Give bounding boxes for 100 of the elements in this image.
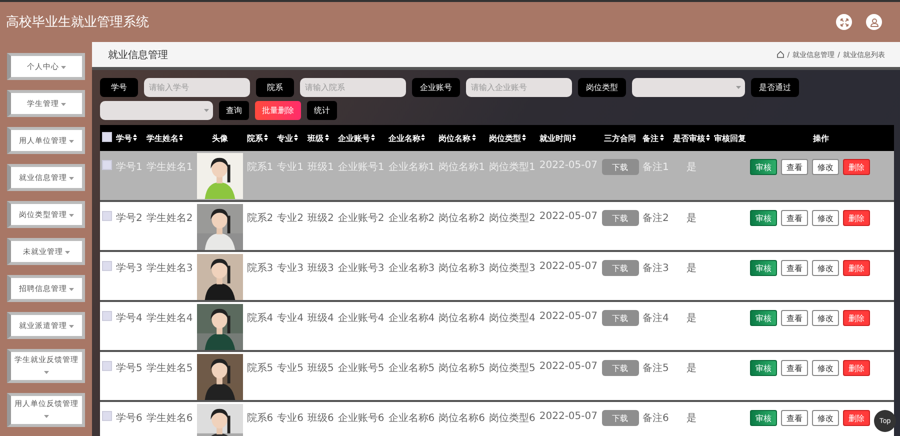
table-cell: 企业名称4 bbox=[388, 313, 435, 324]
row-checkbox[interactable] bbox=[102, 261, 112, 271]
table-cell: 院系5 bbox=[246, 363, 274, 374]
table-cell: 企业名称3 bbox=[388, 263, 435, 274]
row-action-button[interactable]: 删除 bbox=[842, 159, 870, 175]
row-action-button[interactable]: 删除 bbox=[842, 310, 870, 326]
column-header[interactable]: 院系 bbox=[246, 134, 263, 142]
row-checkbox[interactable] bbox=[102, 160, 112, 170]
table-row[interactable]: 学号5 学生姓名5 院系5 专业5 班级5 企业账号5 企业名称5 岗位名称5 岗位类型5 2022-05-07 下载 备注5 是 审核 查看 修改 删除 bbox=[100, 351, 894, 401]
sort-icon[interactable] bbox=[421, 134, 426, 140]
sort-icon[interactable] bbox=[572, 134, 576, 140]
table-cell: 岗位名称6 bbox=[438, 413, 485, 424]
caret-icon bbox=[61, 102, 66, 106]
row-action-button[interactable]: 审核 bbox=[750, 210, 777, 226]
table-cell: 2022-05-07 bbox=[539, 261, 598, 272]
table-cell: 岗位类型5 bbox=[489, 363, 536, 374]
row-action-button[interactable]: 删除 bbox=[842, 360, 870, 376]
table-row[interactable]: 学号3 学生姓名3 院系3 专业3 班级3 企业账号3 企业名称3 岗位名称3 岗位类型3 2022-05-07 下载 备注3 是 审核 查看 修改 删除 bbox=[100, 251, 894, 301]
row-action-button[interactable]: 查看 bbox=[780, 360, 808, 376]
row-checkbox[interactable] bbox=[102, 361, 112, 371]
row-action-button[interactable]: 审核 bbox=[750, 360, 777, 376]
row-action-button[interactable]: 查看 bbox=[780, 210, 808, 226]
column-header[interactable]: 专业 bbox=[277, 134, 294, 142]
row-action-button[interactable]: 审核 bbox=[750, 260, 777, 276]
row-action-button[interactable]: 删除 bbox=[842, 260, 870, 276]
table-cell: 企业名称2 bbox=[388, 213, 435, 224]
column-header[interactable]: 就业时间 bbox=[539, 134, 572, 142]
sort-icon[interactable] bbox=[370, 134, 375, 140]
column-header[interactable]: 备注 bbox=[642, 134, 658, 142]
table-cell: 专业6 bbox=[277, 413, 304, 424]
action-button[interactable]: 批量删除 bbox=[255, 101, 301, 120]
row-action-button[interactable]: 修改 bbox=[812, 159, 839, 175]
table-cell: 企业账号6 bbox=[338, 413, 384, 424]
row-action-button[interactable]: 查看 bbox=[780, 159, 808, 175]
row-action-button[interactable]: 修改 bbox=[812, 310, 839, 326]
filter-label: 岗位类型 bbox=[578, 78, 626, 97]
table-cell: 岗位名称1 bbox=[438, 162, 485, 173]
sort-icon[interactable] bbox=[472, 134, 476, 140]
select-all-checkbox[interactable] bbox=[102, 132, 112, 142]
fullscreen-icon[interactable] bbox=[836, 14, 852, 30]
table-cell: 2022-05-07 bbox=[539, 311, 598, 322]
app-title: 高校毕业生就业管理系统 bbox=[6, 14, 150, 31]
table-cell: 企业账号5 bbox=[338, 363, 384, 374]
sort-icon[interactable] bbox=[522, 134, 526, 140]
filter-label: 企业账号 bbox=[412, 78, 460, 97]
row-action-button[interactable]: 修改 bbox=[812, 260, 839, 276]
row-checkbox[interactable] bbox=[102, 411, 112, 421]
column-header: 三方合同 bbox=[604, 134, 636, 142]
filter-input[interactable]: 请输入学号 bbox=[144, 78, 250, 97]
row-action-button[interactable]: 查看 bbox=[780, 260, 808, 276]
table-cell: 岗位类型1 bbox=[489, 162, 536, 173]
row-action-button[interactable]: 修改 bbox=[812, 360, 839, 376]
filter-input[interactable]: 请输入院系 bbox=[300, 78, 406, 97]
row-action-button[interactable]: 删除 bbox=[842, 410, 870, 426]
column-header[interactable]: 班级 bbox=[308, 134, 324, 142]
row-action-button[interactable]: 查看 bbox=[780, 310, 808, 326]
table-cell: 岗位名称2 bbox=[438, 213, 485, 224]
table-cell: 2022-05-07 bbox=[539, 211, 598, 222]
table-cell: 2022-05-07 bbox=[539, 361, 598, 372]
row-action-button[interactable]: 修改 bbox=[812, 210, 839, 226]
sort-icon[interactable] bbox=[133, 134, 137, 140]
filter-input[interactable]: 请输入企业账号 bbox=[466, 78, 572, 97]
home-icon[interactable] bbox=[777, 51, 784, 58]
row-action-button[interactable]: 审核 bbox=[750, 159, 777, 175]
table-row[interactable]: 学号2 学生姓名2 院系2 专业2 班级2 企业账号2 企业名称2 岗位名称2 岗位类型2 2022-05-07 下载 备注2 是 审核 查看 修改 删除 bbox=[100, 201, 894, 251]
sort-icon[interactable] bbox=[324, 134, 328, 140]
row-action-button[interactable]: 审核 bbox=[750, 310, 777, 326]
table-cell: 是 bbox=[686, 162, 696, 173]
caret-icon bbox=[69, 140, 74, 142]
table-row[interactable]: 学号1 学生姓名1 院系1 专业1 班级1 企业账号1 企业名称1 岗位名称1 岗位类型1 2022-05-07 下载 备注1 是 审核 查看 修改 删除 bbox=[100, 151, 894, 201]
row-action-button[interactable]: 查看 bbox=[780, 410, 808, 426]
table-cell: 备注1 bbox=[642, 162, 669, 173]
row-checkbox[interactable] bbox=[102, 311, 112, 321]
table-cell: 岗位名称3 bbox=[438, 263, 485, 274]
table-cell: 企业账号3 bbox=[338, 263, 384, 274]
table-cell: 是 bbox=[686, 213, 696, 224]
table-cell: 备注3 bbox=[642, 263, 669, 274]
user-icon[interactable] bbox=[866, 14, 882, 30]
sort-icon[interactable] bbox=[264, 134, 268, 140]
caret-icon bbox=[69, 214, 74, 216]
row-action-button[interactable]: 审核 bbox=[750, 410, 777, 426]
sort-icon[interactable] bbox=[294, 134, 298, 140]
sort-icon[interactable] bbox=[179, 134, 184, 140]
column-header: 头像 bbox=[212, 134, 228, 142]
row-checkbox[interactable] bbox=[102, 211, 112, 221]
row-action-button[interactable]: 删除 bbox=[842, 210, 870, 226]
action-button[interactable]: 查询 bbox=[219, 101, 249, 120]
column-header[interactable]: 学号 bbox=[116, 134, 132, 142]
table-cell: 是 bbox=[686, 313, 696, 324]
table-cell: 院系6 bbox=[246, 413, 274, 424]
table-cell: 企业名称6 bbox=[388, 413, 435, 424]
page-title: 就业信息管理 bbox=[108, 48, 168, 62]
table-cell: 学生姓名5 bbox=[146, 363, 193, 374]
sort-icon[interactable] bbox=[660, 134, 664, 140]
filter-label: 是否通过 bbox=[751, 78, 799, 97]
caret-icon bbox=[736, 86, 741, 89]
table-row[interactable]: 学号4 学生姓名4 院系4 专业4 班级4 企业账号4 企业名称4 岗位名称4 岗位类型4 2022-05-07 下载 备注4 是 审核 查看 修改 删除 bbox=[100, 301, 894, 351]
table-cell: 学号5 bbox=[116, 363, 142, 374]
row-action-button[interactable]: 修改 bbox=[812, 410, 839, 426]
action-button[interactable]: 统计 bbox=[307, 101, 337, 120]
